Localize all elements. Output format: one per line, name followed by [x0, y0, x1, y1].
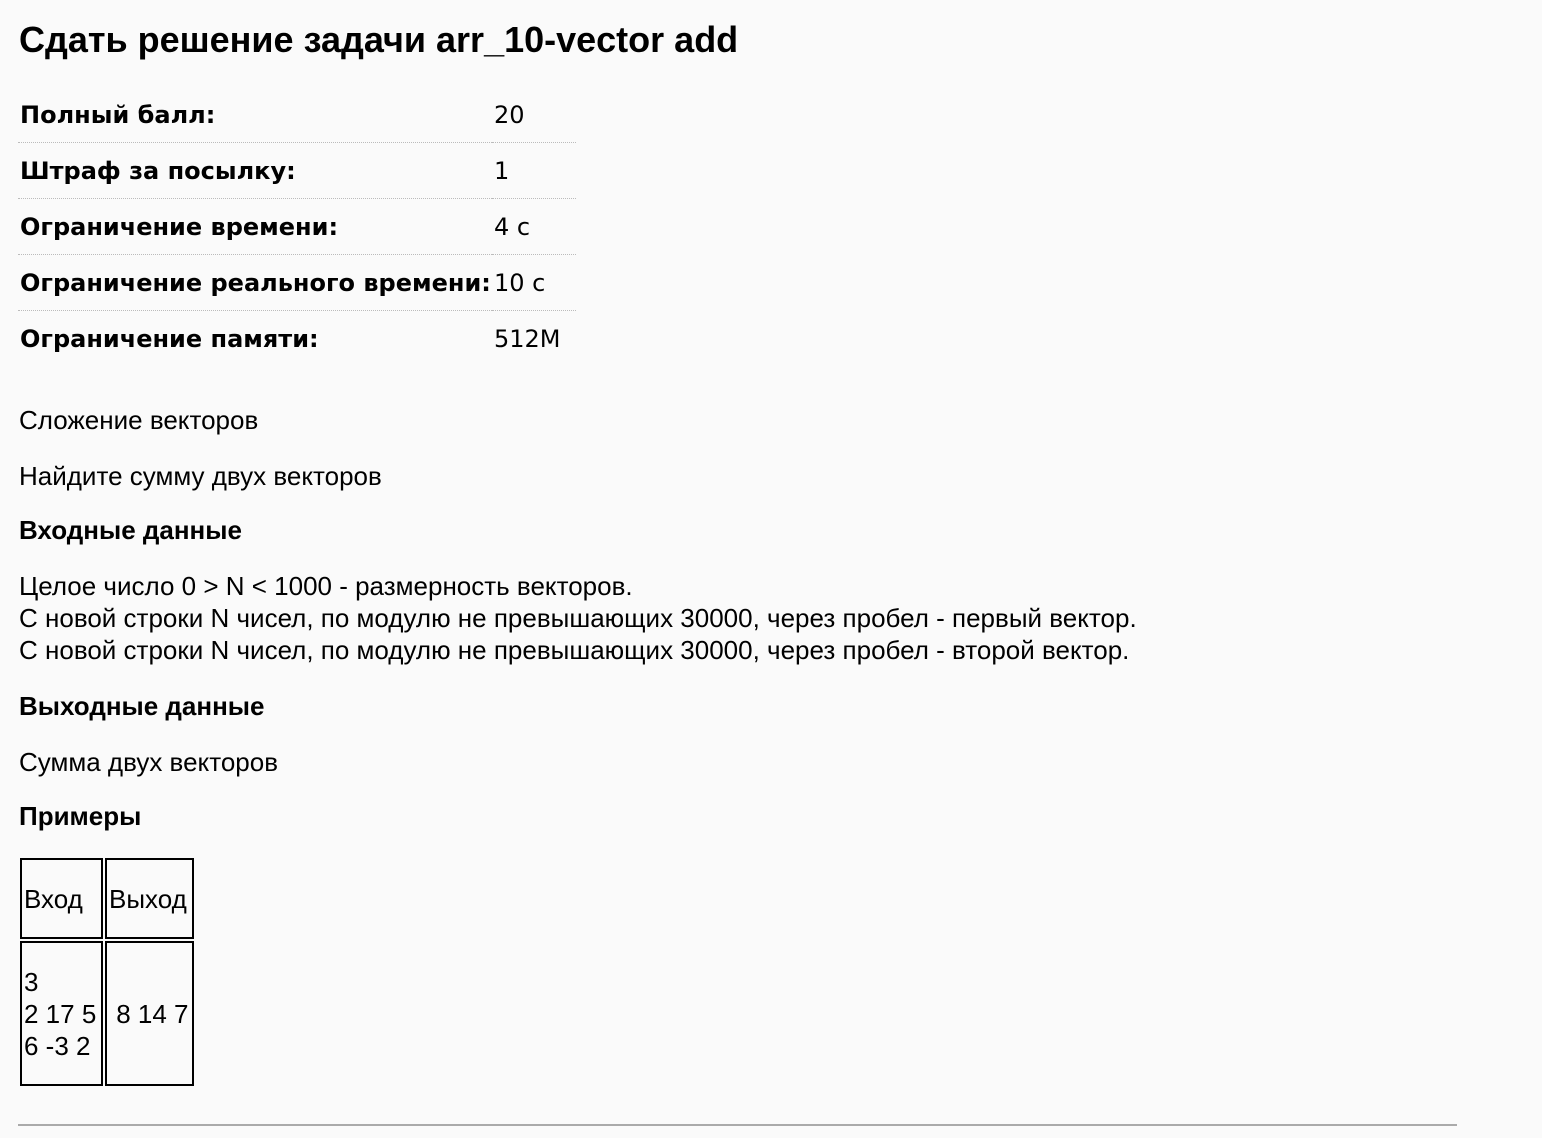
example-output: 8 14 7 — [105, 941, 194, 1086]
input-line: С новой строки N чисел, по модулю не пре… — [19, 603, 1137, 633]
input-heading: Входные данные — [19, 515, 242, 545]
limit-label: Штраф за посылку: — [18, 142, 492, 199]
limit-value: 512M — [494, 324, 561, 353]
examples-heading: Примеры — [19, 801, 142, 831]
limit-row: Штраф за посылку: 1 — [18, 142, 576, 199]
limit-label: Ограничение реального времени: — [18, 254, 492, 311]
limit-row: Полный балл: 20 — [18, 87, 576, 143]
examples-header-input: Вход — [20, 858, 103, 939]
input-line: С новой строки N чисел, по модулю не пре… — [19, 635, 1130, 665]
output-heading: Выходные данные — [19, 691, 265, 721]
limit-value: 20 — [492, 87, 576, 143]
limit-value: 4 с — [492, 198, 576, 255]
input-line: Целое число 0 > N < 1000 - размерность в… — [19, 571, 633, 601]
problem-name: Сложение векторов — [19, 405, 259, 435]
example-input: 3 2 17 5 6 -3 2 — [20, 941, 103, 1086]
limit-label: Полный балл: — [18, 87, 492, 143]
limit-value: 1 — [492, 142, 576, 199]
problem-legend: Найдите сумму двух векторов — [19, 461, 382, 491]
examples-header-row: Вход Выход — [20, 858, 194, 939]
examples-table: Вход Выход 3 2 17 5 6 -3 2 8 14 7 — [18, 856, 196, 1088]
divider — [18, 1124, 1457, 1126]
limit-row: Ограничение реального времени: 10 с — [18, 254, 576, 311]
example-row: 3 2 17 5 6 -3 2 8 14 7 — [20, 941, 194, 1086]
output-text: Сумма двух векторов — [19, 747, 279, 777]
examples-header-output: Выход — [105, 858, 194, 939]
limit-label: Ограничение времени: — [18, 198, 492, 255]
limit-row: Ограничение памяти: 512M — [18, 311, 576, 367]
limit-value: 10 с — [492, 254, 576, 311]
limit-row: Ограничение времени: 4 с — [18, 198, 576, 255]
problem-limits-table: Полный балл: 20 Штраф за посылку: 1 Ограни… — [18, 87, 576, 366]
page-title: Сдать решение задачи arr_10-vector add — [19, 19, 739, 60]
limit-label: Ограничение памяти: — [20, 324, 319, 353]
